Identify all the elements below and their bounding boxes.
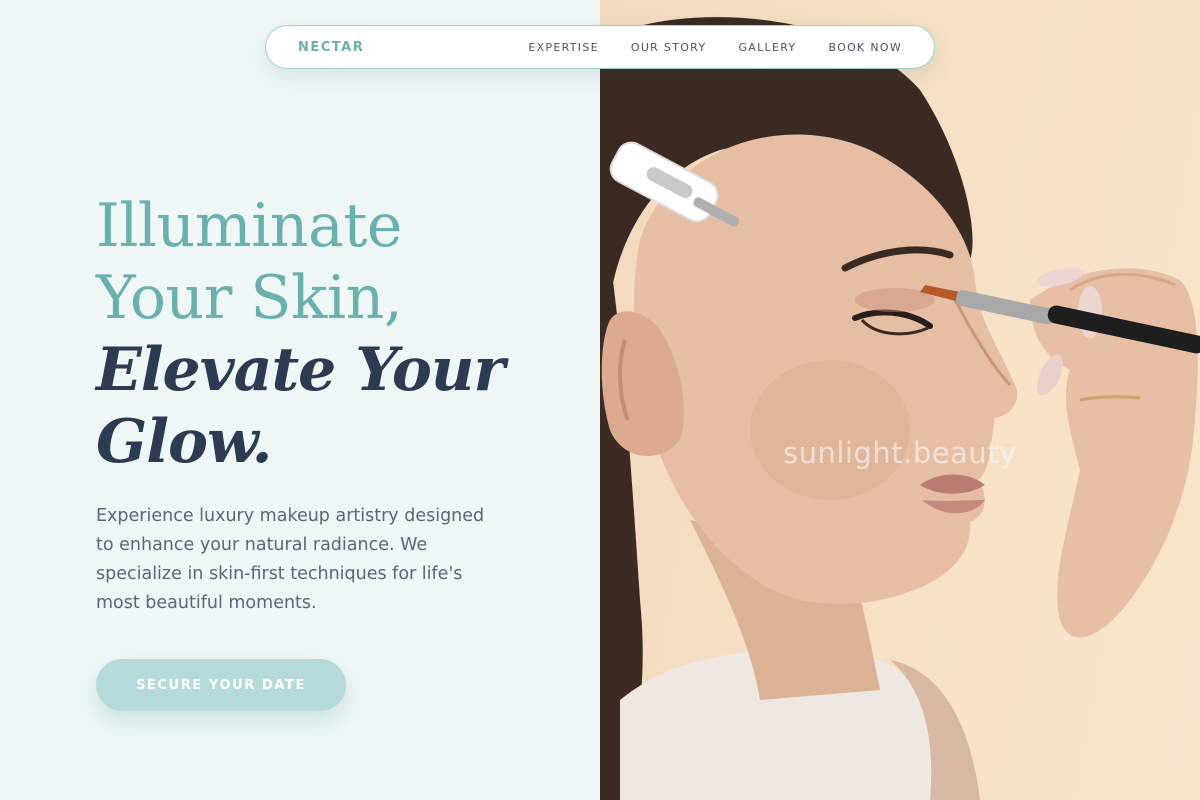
top-navbar: NECTAR EXPERTISE OUR STORY GALLERY BOOK …: [265, 25, 935, 69]
headline-line-1: Illuminate: [96, 191, 402, 261]
nav-link-expertise[interactable]: EXPERTISE: [528, 41, 599, 54]
makeup-portrait-illustration: [600, 17, 1200, 800]
hero-photo: sunlight.beauty: [600, 0, 1200, 800]
nav-links: EXPERTISE OUR STORY GALLERY BOOK NOW: [528, 41, 902, 54]
headline-line-2: Your Skin,: [96, 263, 403, 333]
photo-watermark: sunlight.beauty: [783, 436, 1017, 470]
nav-link-our-story[interactable]: OUR STORY: [631, 41, 707, 54]
headline-line-3: Elevate Your: [96, 335, 505, 405]
nav-link-gallery[interactable]: GALLERY: [738, 41, 796, 54]
hero-description: Experience luxury makeup artistry design…: [96, 506, 485, 613]
nav-link-book-now[interactable]: BOOK NOW: [828, 41, 902, 54]
brand-logo[interactable]: NECTAR: [298, 40, 364, 55]
secure-your-date-button[interactable]: SECURE YOUR DATE: [96, 659, 346, 711]
hero-headline: Illuminate Your Skin, Elevate Your Glow.: [96, 190, 576, 478]
headline-line-4: Glow.: [96, 407, 273, 477]
